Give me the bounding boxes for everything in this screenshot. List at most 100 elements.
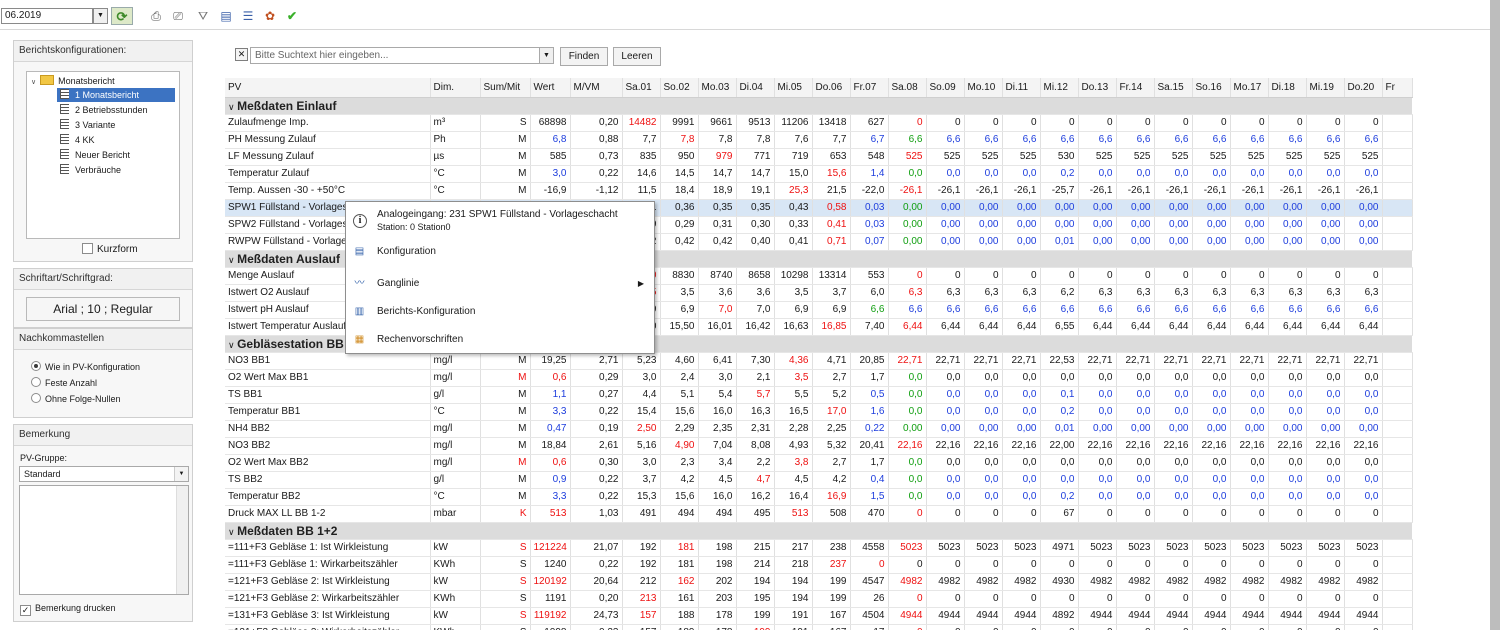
group-header-row[interactable]: ∨ Meßdaten BB 1+2 <box>225 522 1412 540</box>
tree-item-3-variante[interactable]: 3 Variante <box>60 118 115 132</box>
table-row[interactable]: =121+F3 Gebläse 2: Ist Wirkleistung kW S 12… <box>225 573 1413 591</box>
column-header[interactable]: Sa.01 <box>622 78 661 98</box>
table-row[interactable]: Temp. Aussen -30 - +50°C °C M -16,9 -1,12 11,… <box>225 182 1413 200</box>
print-preview-icon[interactable]: ⎚ <box>167 7 189 25</box>
column-header[interactable]: PV <box>225 78 431 98</box>
column-header[interactable]: Wert <box>530 78 571 98</box>
tree-item-2-betriebsstunden[interactable]: 2 Betriebsstunden <box>60 103 148 117</box>
kurzform-checkbox[interactable]: Kurzform <box>82 243 138 255</box>
radio-icon[interactable] <box>31 393 41 403</box>
column-header[interactable]: Mi.19 <box>1306 78 1345 98</box>
radio-wie-in-pv-konfiguration[interactable]: Wie in PV-Konfiguration <box>31 361 140 372</box>
print-icon[interactable]: ⎙ <box>145 7 167 25</box>
column-header[interactable]: So.16 <box>1192 78 1231 98</box>
clear-search-icon[interactable]: ✕ <box>235 48 248 61</box>
refresh-icon[interactable]: ⟳ <box>111 7 133 25</box>
column-header[interactable]: Dim. <box>430 78 481 98</box>
report-table[interactable]: PV Dim. Sum/Mit Wert M/VM Sa.01 So.02 Mo.03 Di.0… <box>225 78 1490 630</box>
column-header[interactable]: Do.06 <box>812 78 851 98</box>
column-header[interactable]: Di.04 <box>736 78 775 98</box>
table-row[interactable]: Temperatur BB1 °C M 3,3 0,22 15,4 15,6 16,0 16,3… <box>225 403 1413 421</box>
color-palette-icon[interactable]: ✿ <box>259 7 281 25</box>
menu-item-berichts-konfiguration[interactable]: ▥ Berichts-Konfiguration <box>346 297 654 326</box>
menu-item-konfiguration[interactable]: ▤ Konfiguration <box>346 237 654 266</box>
column-header[interactable]: Fr.14 <box>1116 78 1155 98</box>
check-icon[interactable]: ✔ <box>281 7 303 25</box>
radio-icon[interactable] <box>31 361 41 371</box>
column-header[interactable]: Do.20 <box>1344 78 1383 98</box>
radio-icon[interactable] <box>31 377 41 387</box>
tree-item-verbraeuche[interactable]: Verbräuche <box>60 163 121 177</box>
filter-icon[interactable]: ⛛ <box>192 7 214 25</box>
table-row[interactable]: =131+F3 Gebläse 3: Ist Wirkleistung kW S 11… <box>225 607 1413 625</box>
column-header[interactable]: Mo.17 <box>1230 78 1269 98</box>
textarea-scrollbar[interactable] <box>176 486 188 594</box>
collapse-chevron-icon[interactable]: ∨ <box>228 527 237 537</box>
column-header[interactable]: Di.11 <box>1002 78 1041 98</box>
column-header[interactable]: Di.18 <box>1268 78 1307 98</box>
font-select-button[interactable]: Arial ; 10 ; Regular <box>26 297 180 321</box>
tree-item-monatsbericht[interactable]: ∨ Monatsbericht <box>31 74 115 88</box>
checkbox-checked-icon[interactable]: ✓ <box>20 605 31 616</box>
table-row[interactable]: LF Messung Zulauf µs M 585 0,73 835 950 979 771 7… <box>225 148 1413 166</box>
search-input[interactable]: Bitte Suchtext hier eingeben... <box>250 47 540 64</box>
table-row[interactable]: =111+F3 Gebläse 1: Wirkarbeitszähler KWh S… <box>225 556 1413 574</box>
column-header[interactable]: Mo.10 <box>964 78 1003 98</box>
radio-feste-anzahl[interactable]: Feste Anzahl <box>31 377 97 388</box>
column-header[interactable]: M/VM <box>570 78 623 98</box>
search-dropdown-button[interactable]: ▼ <box>539 47 554 64</box>
column-header[interactable]: Sa.08 <box>888 78 927 98</box>
column-header[interactable]: Fr <box>1382 78 1413 98</box>
table-row[interactable]: =131+F3 Gebläse 3: WirkarbeitszählerKWhS… <box>225 624 1413 630</box>
table-row[interactable]: NH4 BB2 mg/l M 0,47 0,19 2,50 2,29 2,35 2,31 2,28… <box>225 420 1413 438</box>
collapse-chevron-icon[interactable]: ∨ <box>228 340 237 350</box>
checkbox-icon[interactable] <box>82 243 93 254</box>
date-dropdown-button[interactable]: ▼ <box>93 8 108 24</box>
date-field[interactable]: 06.2019 <box>1 8 93 24</box>
column-header[interactable]: Sa.15 <box>1154 78 1193 98</box>
group-header[interactable]: ∨ Meßdaten Einlauf <box>225 97 1412 115</box>
column-header[interactable]: Mi.05 <box>774 78 813 98</box>
table-row[interactable]: NO3 BB2 mg/l M 18,84 2,61 5,16 4,90 7,04 8,08 4,9… <box>225 437 1413 455</box>
collapse-chevron-icon[interactable]: ∨ <box>228 255 237 265</box>
table-row[interactable]: =121+F3 Gebläse 2: Wirkarbeitszähler KWh S… <box>225 590 1413 608</box>
menu-item-ganglinie[interactable]: 〰 Ganglinie ▶ <box>346 269 654 298</box>
tree-item-neuer-bericht[interactable]: Neuer Bericht <box>60 148 130 162</box>
window-edge-scrollbar[interactable] <box>1490 0 1500 630</box>
group-header-row[interactable]: ∨ Meßdaten Einlauf <box>225 97 1412 115</box>
tree-item-4-kk[interactable]: 4 KK <box>60 133 95 147</box>
bemerkung-drucken-checkbox[interactable]: ✓ Bemerkung drucken <box>20 603 116 616</box>
pv-gruppe-select[interactable]: Standard <box>19 466 189 482</box>
collapse-chevron-icon[interactable]: ∨ <box>228 102 237 112</box>
table-row[interactable]: PH Messung Zulauf Ph M 6,8 0,88 7,7 7,8 7,8 7,8 7… <box>225 131 1413 149</box>
finden-button[interactable]: Finden <box>560 47 608 66</box>
leeren-button[interactable]: Leeren <box>613 47 661 66</box>
table-row[interactable]: Temperatur Zulauf °C M 3,0 0,22 14,6 14,5 14,7 1… <box>225 165 1413 183</box>
column-header[interactable]: Do.13 <box>1078 78 1117 98</box>
table-row[interactable]: O2 Wert Max BB2 mg/l M 0,6 0,30 3,0 2,3 3,4 2,2 3… <box>225 454 1413 472</box>
export-icon[interactable]: ▤ <box>215 7 237 25</box>
group-header[interactable]: ∨ Meßdaten BB 1+2 <box>225 522 1412 540</box>
column-header[interactable]: So.02 <box>660 78 699 98</box>
table-row[interactable]: Druck MAX LL BB 1-2 mbar K 513 1,03 491 494 494… <box>225 505 1413 523</box>
column-header[interactable]: Fr.07 <box>850 78 889 98</box>
table-row[interactable]: Temperatur BB2 °C M 3,3 0,22 15,3 15,6 16,0 16,2… <box>225 488 1413 506</box>
table-row[interactable]: O2 Wert Max BB1 mg/l M 0,6 0,29 3,0 2,4 3,0 2,1 3… <box>225 369 1413 387</box>
report-tree[interactable]: ∨ Monatsbericht 1 Monatsbericht 2 Betrieb… <box>26 71 180 239</box>
column-header[interactable]: Sum/Mit <box>480 78 531 98</box>
table-row[interactable]: =111+F3 Gebläse 1: Ist Wirkleistung kW S 12… <box>225 539 1413 557</box>
tree-item-1-monatsbericht[interactable]: 1 Monatsbericht <box>57 88 175 102</box>
columns-icon[interactable]: ☰ <box>237 7 259 25</box>
bemerkung-textarea[interactable] <box>19 485 189 595</box>
column-header[interactable]: So.09 <box>926 78 965 98</box>
chevron-down-icon[interactable]: ▼ <box>174 467 188 481</box>
table-row[interactable]: Zulaufmenge Imp. m³ S 68898 0,20 14482 9991 966… <box>225 114 1413 132</box>
table-row[interactable]: TS BB1 g/l M 1,1 0,27 4,4 5,1 5,4 5,7 5,5 5,2 0,5 0,… <box>225 386 1413 404</box>
radio-ohne-folge-nullen[interactable]: Ohne Folge-Nullen <box>31 393 121 404</box>
menu-item-rechenvorschriften[interactable]: ▦ Rechenvorschriften <box>346 325 654 354</box>
table-row[interactable]: NO3 BB1 mg/l M 19,25 2,71 5,23 4,60 6,41 7,30 4,3… <box>225 352 1413 370</box>
column-header[interactable]: Mo.03 <box>698 78 737 98</box>
table-row[interactable]: TS BB2 g/l M 0,9 0,22 3,7 4,2 4,5 4,7 4,5 4,2 0,4 0,… <box>225 471 1413 489</box>
column-header[interactable]: Mi.12 <box>1040 78 1079 98</box>
expand-chevron-icon[interactable]: ∨ <box>31 79 36 86</box>
